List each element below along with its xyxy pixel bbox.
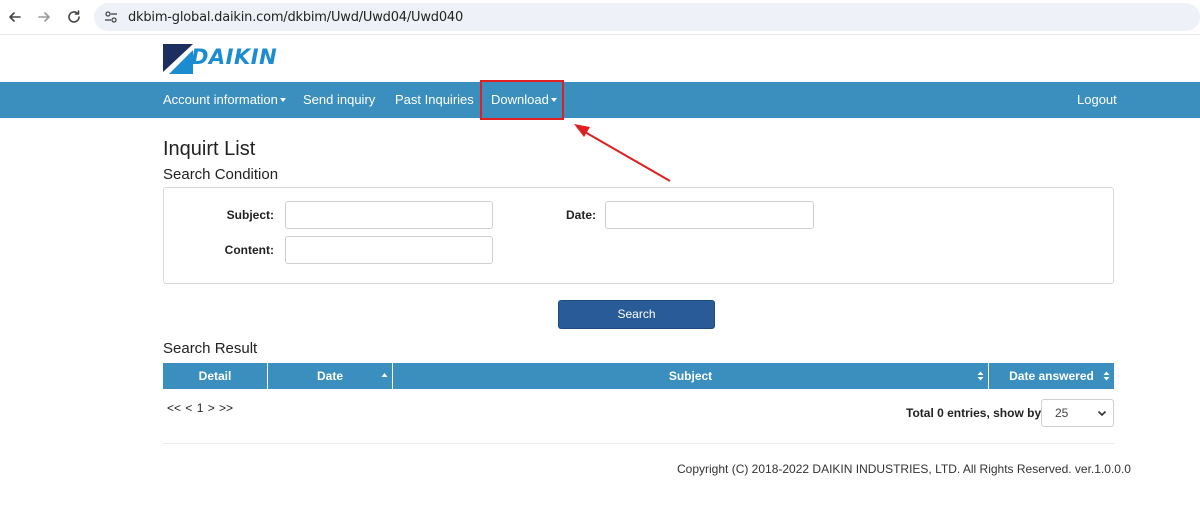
subject-input[interactable]: [285, 201, 493, 229]
page-size-value: 25: [1055, 406, 1069, 420]
reload-icon[interactable]: [63, 6, 85, 28]
sort-both-icon: [977, 371, 984, 381]
column-header-date[interactable]: Date: [268, 363, 393, 389]
column-header-label: Detail: [198, 369, 232, 383]
search-button[interactable]: Search: [558, 300, 715, 329]
caret-down-icon: [279, 97, 286, 102]
nav-item-label: Send inquiry: [303, 92, 376, 107]
date-input[interactable]: [605, 201, 814, 229]
subject-label: Subject:: [226, 208, 274, 222]
column-header-subject[interactable]: Subject: [393, 363, 989, 389]
column-header-label: Subject: [668, 369, 713, 383]
column-header-detail: Detail: [163, 363, 268, 389]
daikin-logo[interactable]: DAIKIN: [163, 44, 303, 74]
nav-logout[interactable]: Logout: [1077, 82, 1117, 118]
annotation-highlight-box: [480, 80, 564, 120]
chevron-down-icon: [1097, 410, 1107, 417]
total-entries-label: Total 0 entries, show by: [906, 406, 1042, 420]
column-header-label: Date: [316, 369, 343, 383]
date-label: Date:: [565, 208, 596, 222]
nav-item-label: Past Inquiries: [395, 92, 474, 107]
daikin-mark-icon: [163, 44, 193, 74]
nav-item-label: Logout: [1077, 92, 1117, 107]
search-condition-panel: Subject: Date: Content:: [163, 187, 1114, 284]
nav-account-information[interactable]: Account information: [163, 82, 286, 118]
nav-past-inquiries[interactable]: Past Inquiries: [395, 82, 474, 118]
results-table-header: Detail Date Subject Date answered: [163, 363, 1114, 389]
nav-item-label: Account information: [163, 92, 278, 107]
column-header-date-answered[interactable]: Date answered: [989, 363, 1114, 389]
page-title: Inquirt List: [163, 138, 256, 160]
search-condition-title: Search Condition: [163, 166, 279, 183]
browser-toolbar: dkbim-global.daikin.com/dkbim/Uwd/Uwd04/…: [0, 0, 1200, 35]
sort-both-icon: [1103, 371, 1110, 381]
arrow-left-icon[interactable]: [4, 6, 26, 28]
content-input[interactable]: [285, 236, 493, 264]
sort-asc-icon: [381, 373, 388, 377]
arrow-right-icon[interactable]: [33, 6, 55, 28]
annotation-arrow-icon: [574, 124, 671, 182]
address-bar[interactable]: dkbim-global.daikin.com/dkbim/Uwd/Uwd04/…: [94, 3, 1200, 31]
url-text[interactable]: dkbim-global.daikin.com/dkbim/Uwd/Uwd04/…: [128, 10, 463, 25]
content-label: Content:: [224, 243, 274, 257]
main-navbar: Account information Send inquiry Past In…: [0, 82, 1200, 118]
footer-divider: [163, 443, 1114, 444]
page-size-select[interactable]: 25: [1041, 399, 1114, 427]
pagination[interactable]: << < 1 > >>: [167, 401, 233, 415]
column-header-label: Date answered: [1009, 369, 1094, 383]
copyright-text: Copyright (C) 2018-2022 DAIKIN INDUSTRIE…: [677, 462, 1131, 476]
nav-send-inquiry[interactable]: Send inquiry: [303, 82, 375, 118]
tune-icon[interactable]: [104, 10, 118, 29]
logo-text: DAIKIN: [191, 45, 278, 69]
search-result-title: Search Result: [163, 340, 258, 357]
